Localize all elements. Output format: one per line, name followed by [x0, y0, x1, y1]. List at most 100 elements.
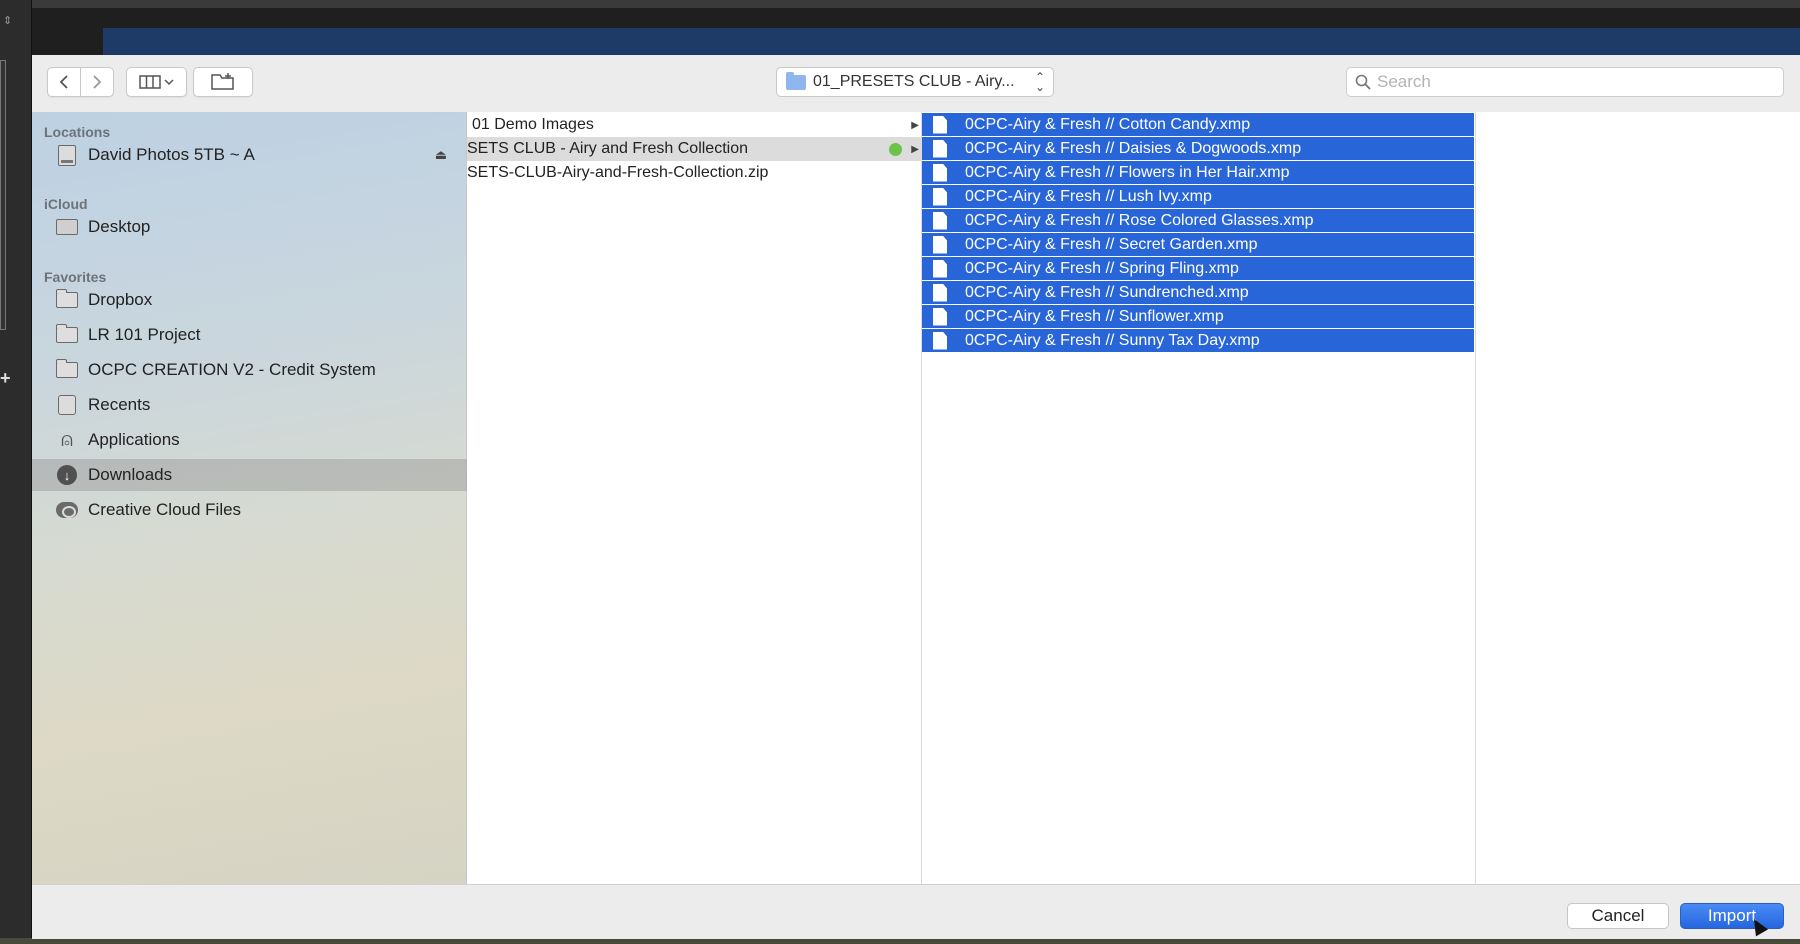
- file-name: 0CPC-Airy & Fresh // Sunflower.xmp: [965, 307, 1224, 325]
- list-item[interactable]: SETS CLUB - Airy and Fresh Collection ▶: [467, 137, 921, 161]
- cancel-button[interactable]: Cancel: [1567, 903, 1669, 929]
- sidebar-item-recents[interactable]: Recents: [32, 389, 467, 421]
- list-item[interactable]: 01 Demo Images ▶: [467, 113, 921, 137]
- sidebar-item-applications[interactable]: ⍝ Applications: [32, 424, 467, 456]
- import-dialog: 01_PRESETS CLUB - Airy... ⌃⌄ Locations D…: [32, 55, 1800, 939]
- list-item-label: SETS CLUB - Airy and Fresh Collection: [467, 140, 748, 157]
- sidebar-item-label: Recents: [88, 395, 151, 414]
- eject-icon[interactable]: ⏏: [435, 147, 447, 163]
- file-row[interactable]: 0CPC-Airy & Fresh // Lush Ivy.xmp: [922, 185, 1474, 208]
- sidebar: Locations David Photos 5TB ~ A ⏏ iCloud …: [32, 112, 467, 884]
- document-icon: [933, 163, 947, 182]
- folder-icon: [55, 289, 78, 310]
- downloads-icon: ↓: [56, 465, 78, 485]
- path-label: 01_PRESETS CLUB - Airy...: [813, 73, 1015, 90]
- sidebar-item-david-photos[interactable]: David Photos 5TB ~ A ⏏: [32, 139, 467, 171]
- file-row[interactable]: 0CPC-Airy & Fresh // Spring Fling.xmp: [922, 257, 1474, 280]
- chevron-left-icon: [59, 75, 68, 89]
- file-row[interactable]: 0CPC-Airy & Fresh // Cotton Candy.xmp: [922, 113, 1474, 136]
- document-icon: [933, 283, 947, 302]
- file-name: 0CPC-Airy & Fresh // Flowers in Her Hair…: [965, 163, 1290, 181]
- browser-column-1: 01 Demo Images ▶ SETS CLUB - Airy and Fr…: [467, 112, 922, 884]
- creative-cloud-icon: [56, 500, 78, 520]
- import-button[interactable]: Import: [1680, 903, 1784, 929]
- sidebar-item-ocpc-creation[interactable]: OCPC CREATION V2 - Credit System: [32, 354, 467, 386]
- file-row[interactable]: 0CPC-Airy & Fresh // Sunny Tax Day.xmp: [922, 329, 1474, 352]
- sidebar-item-label: LR 101 Project: [88, 325, 201, 344]
- search-field[interactable]: [1346, 67, 1784, 97]
- search-icon: [1355, 74, 1371, 90]
- file-name: 0CPC-Airy & Fresh // Daisies & Dogwoods.…: [965, 139, 1302, 157]
- new-folder-icon: [211, 73, 234, 90]
- path-popup-button[interactable]: 01_PRESETS CLUB - Airy... ⌃ ⌄: [776, 67, 1054, 97]
- sidebar-item-desktop[interactable]: Desktop: [32, 211, 467, 243]
- file-name: 0CPC-Airy & Fresh // Secret Garden.xmp: [965, 235, 1258, 253]
- search-input[interactable]: [1377, 72, 1757, 92]
- list-item-label: 01 Demo Images: [472, 116, 594, 133]
- file-name: 0CPC-Airy & Fresh // Rose Colored Glasse…: [965, 211, 1314, 229]
- document-icon: [933, 115, 947, 134]
- background-titlebar: [0, 0, 1800, 8]
- applications-icon: ⍝: [61, 428, 73, 451]
- new-folder-button[interactable]: [193, 67, 253, 97]
- sidebar-item-label: Downloads: [88, 465, 173, 484]
- sidebar-item-label: Desktop: [88, 217, 151, 236]
- document-icon: [933, 211, 947, 230]
- file-row[interactable]: 0CPC-Airy & Fresh // Rose Colored Glasse…: [922, 209, 1474, 232]
- forward-button[interactable]: [80, 67, 114, 97]
- sidebar-item-label: Dropbox: [88, 290, 153, 309]
- sidebar-item-lr-101-project[interactable]: LR 101 Project: [32, 319, 467, 351]
- desktop-icon: [56, 217, 78, 237]
- document-icon: [933, 235, 947, 254]
- browser-column-2: 0CPC-Airy & Fresh // Cotton Candy.xmp 0C…: [922, 112, 1476, 884]
- file-row[interactable]: 0CPC-Airy & Fresh // Secret Garden.xmp: [922, 233, 1474, 256]
- dialog-toolbar: 01_PRESETS CLUB - Airy... ⌃ ⌄: [32, 55, 1800, 112]
- sidebar-item-label: Creative Cloud Files: [88, 500, 242, 519]
- disk-icon: [56, 144, 78, 166]
- file-name: 0CPC-Airy & Fresh // Cotton Candy.xmp: [965, 115, 1251, 133]
- green-tag-icon: [889, 142, 902, 156]
- document-icon: [933, 259, 947, 278]
- folder-icon: [55, 359, 78, 380]
- sidebar-item-label: OCPC CREATION V2 - Credit System: [88, 360, 376, 379]
- document-icon: [933, 331, 947, 350]
- background-image-strip: [103, 28, 1800, 58]
- document-icon: [933, 139, 947, 158]
- disclosure-arrow-icon: ▶: [911, 119, 919, 131]
- file-name: 0CPC-Airy & Fresh // Spring Fling.xmp: [965, 259, 1239, 277]
- sidebar-item-dropbox[interactable]: Dropbox: [32, 284, 467, 316]
- sidebar-item-label: David Photos 5TB ~ A: [88, 145, 255, 164]
- document-icon: [933, 307, 947, 326]
- chevron-right-icon: [93, 75, 102, 89]
- view-mode-button[interactable]: [126, 67, 187, 97]
- sidebar-section-favorites: Favorites: [44, 269, 107, 285]
- document-icon: [933, 187, 947, 206]
- browser-column-3: [1476, 112, 1800, 884]
- file-row[interactable]: 0CPC-Airy & Fresh // Sunflower.xmp: [922, 305, 1474, 328]
- file-name: 0CPC-Airy & Fresh // Sundrenched.xmp: [965, 283, 1249, 301]
- sidebar-item-label: Applications: [88, 430, 180, 449]
- resize-handle-icon: ⇕: [3, 15, 13, 27]
- background-panel-frame: [0, 60, 6, 330]
- sidebar-item-downloads[interactable]: ↓ Downloads: [32, 459, 467, 491]
- disclosure-arrow-icon: ▶: [911, 143, 919, 155]
- plus-icon: +: [0, 368, 11, 388]
- list-item-label: SETS-CLUB-Airy-and-Fresh-Collection.zip: [467, 164, 769, 181]
- folder-icon: [786, 71, 806, 90]
- file-row[interactable]: 0CPC-Airy & Fresh // Flowers in Her Hair…: [922, 161, 1474, 184]
- file-row[interactable]: 0CPC-Airy & Fresh // Sundrenched.xmp: [922, 281, 1474, 304]
- sidebar-section-icloud: iCloud: [44, 196, 88, 212]
- columns-view-icon: [138, 75, 174, 89]
- file-name: 0CPC-Airy & Fresh // Lush Ivy.xmp: [965, 187, 1212, 205]
- file-row[interactable]: 0CPC-Airy & Fresh // Daisies & Dogwoods.…: [922, 137, 1474, 160]
- recents-icon: [56, 395, 78, 415]
- up-down-chevron-icon: ⌃ ⌄: [1034, 70, 1045, 94]
- file-name: 0CPC-Airy & Fresh // Sunny Tax Day.xmp: [965, 331, 1260, 349]
- folder-icon: [55, 324, 78, 345]
- background-left-panel: ⇕ +: [0, 0, 32, 944]
- list-item[interactable]: SETS-CLUB-Airy-and-Fresh-Collection.zip: [467, 161, 921, 185]
- sidebar-item-creative-cloud-files[interactable]: Creative Cloud Files: [32, 494, 467, 526]
- back-button[interactable]: [47, 67, 81, 97]
- sidebar-section-locations: Locations: [44, 124, 111, 140]
- dialog-footer: Cancel Import: [32, 884, 1800, 939]
